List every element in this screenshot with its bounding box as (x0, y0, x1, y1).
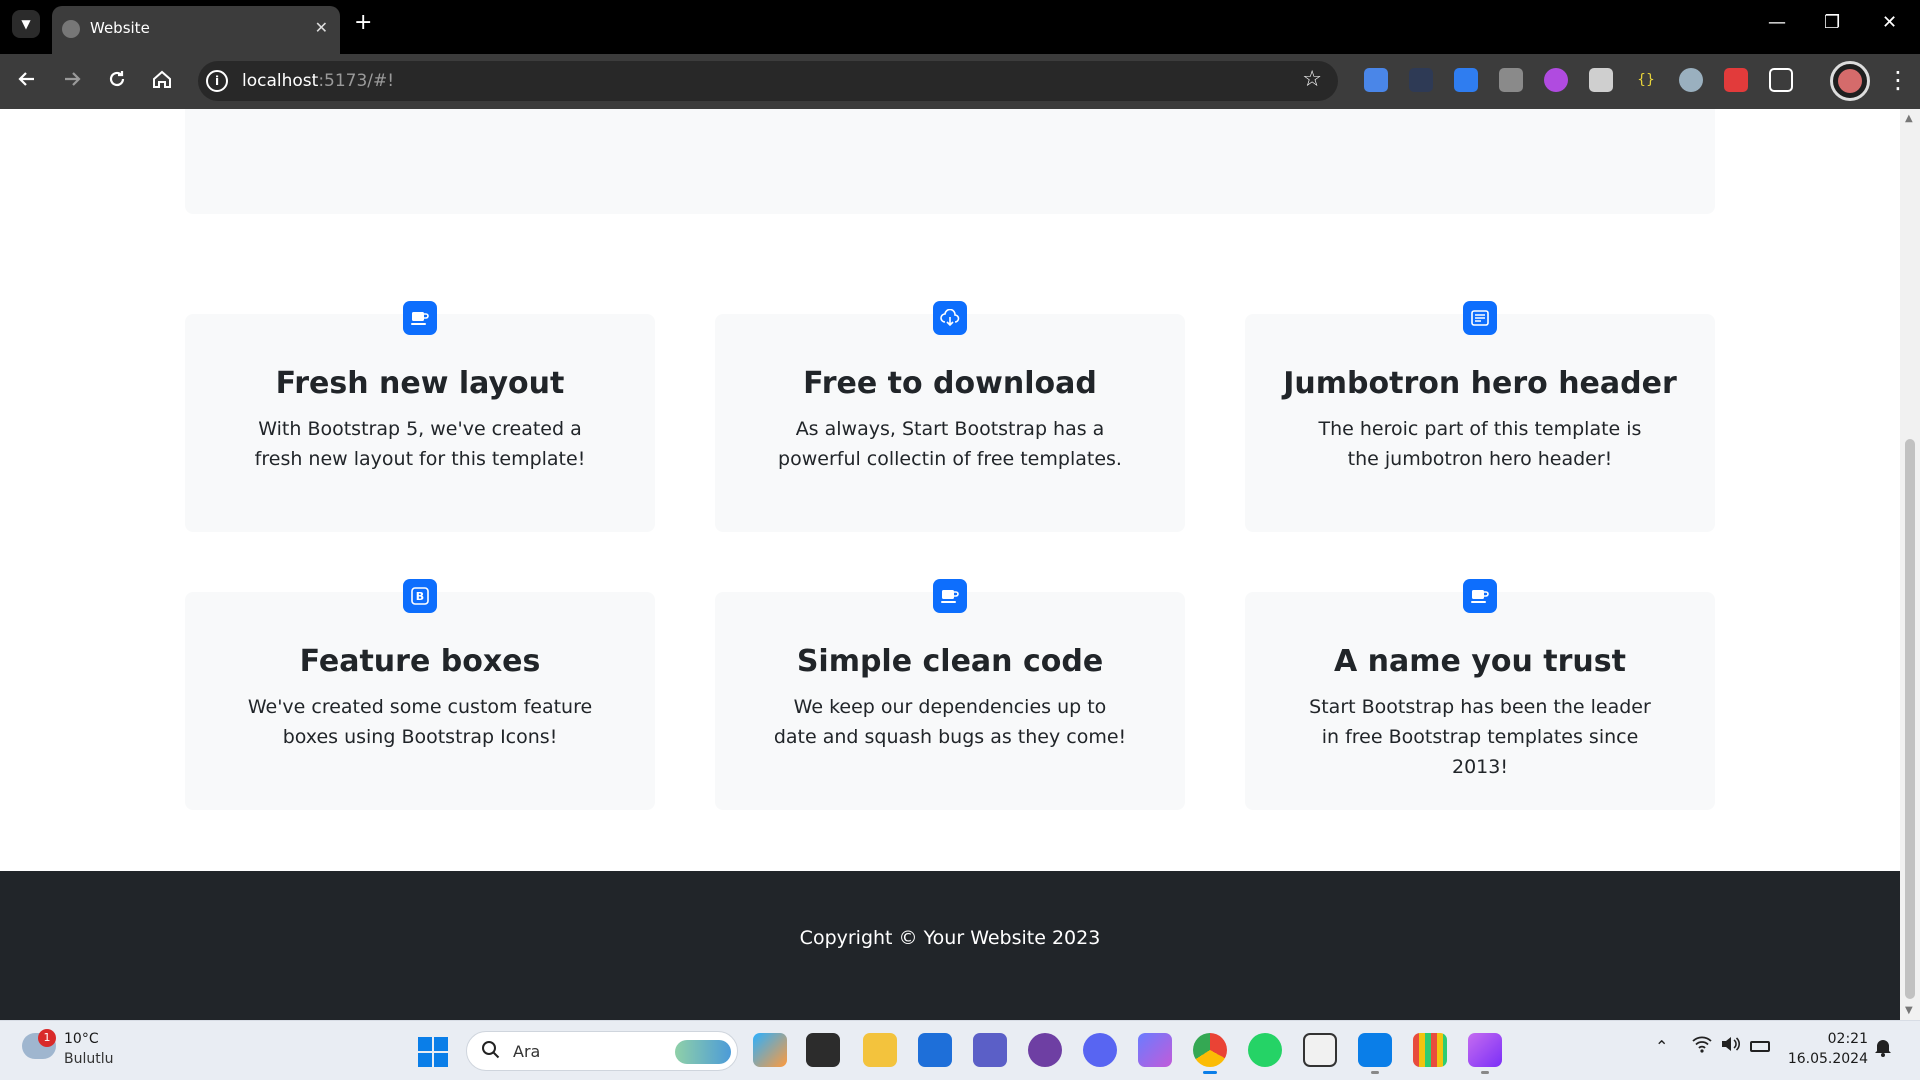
page-scrollbar[interactable]: ▲ ▼ (1900, 109, 1920, 1020)
cup-icon (403, 301, 437, 335)
tray-overflow-chevron-icon[interactable]: ⌃ (1655, 1037, 1668, 1056)
search-placeholder: Ara (513, 1042, 541, 1061)
feature-card: Free to download As always, Start Bootst… (715, 301, 1185, 532)
feature-text: As always, Start Bootstrap has a powerfu… (778, 418, 1122, 470)
pen-icon[interactable] (1409, 68, 1433, 92)
tab-close-button[interactable]: ✕ (315, 18, 328, 37)
tab-search-button[interactable]: ▼ (12, 10, 40, 38)
scroll-thumb[interactable] (1905, 439, 1915, 999)
weather-description[interactable]: Bulutlu (64, 1051, 114, 1067)
restore-button[interactable]: ❐ (1824, 12, 1840, 33)
puzzle-person-icon[interactable] (1499, 68, 1523, 92)
weather-temperature[interactable]: 10°C (64, 1031, 99, 1047)
minimize-button[interactable]: — (1768, 12, 1786, 33)
search-icon (481, 1040, 501, 1065)
forward-button[interactable] (59, 68, 85, 96)
typora-icon[interactable] (1303, 1033, 1337, 1067)
site-info-icon[interactable]: i (206, 70, 228, 92)
browser-tab-bar: ▼ Website ✕ + — ❐ ✕ (0, 0, 1920, 54)
feature-card: Simple clean code We keep our dependenci… (715, 579, 1185, 810)
feature-title: Jumbotron hero header (1283, 366, 1677, 401)
new-tab-button[interactable]: + (354, 12, 372, 34)
file-explorer-icon[interactable] (863, 1033, 897, 1067)
browser-menu-icon[interactable]: ⋮ (1886, 66, 1910, 94)
arrow-left-icon (18, 72, 34, 86)
teams-icon[interactable] (973, 1033, 1007, 1067)
copilot-icon[interactable] (753, 1033, 787, 1067)
windows-start-icon[interactable] (418, 1037, 448, 1067)
cloud-download-icon (933, 301, 967, 335)
browser-toolbar: i localhost:5173/#! ☆ {} ⋮ (0, 54, 1920, 109)
scroll-up-arrow-icon[interactable]: ▲ (1905, 113, 1913, 124)
terminal-icon[interactable] (806, 1033, 840, 1067)
feature-title: Feature boxes (299, 644, 541, 679)
code-icon (933, 579, 967, 613)
vscode-icon[interactable] (1358, 1033, 1392, 1074)
home-button[interactable] (149, 68, 175, 96)
feature-card: B Feature boxes We've created some custo… (185, 579, 655, 810)
feature-title: A name you trust (1334, 644, 1626, 679)
feature-card: A name you trust Start Bootstrap has bee… (1245, 579, 1715, 810)
feature-card: Jumbotron hero header The heroic part of… (1245, 301, 1715, 532)
feature-text: We keep our dependencies up to date and … (773, 696, 1127, 748)
github-icon[interactable] (1028, 1033, 1062, 1067)
bootstrap-icon: B (403, 579, 437, 613)
feature-title: Simple clean code (796, 644, 1104, 679)
document-icon[interactable] (1454, 68, 1478, 92)
feature-text: We've created some custom feature boxes … (247, 696, 593, 748)
home-icon (153, 70, 171, 88)
feature-title: Fresh new layout (275, 366, 565, 401)
clock-time[interactable]: 02:21 (1796, 1031, 1868, 1047)
volume-icon[interactable] (1720, 1035, 1741, 1058)
url-text[interactable]: localhost:5173/#! (242, 71, 394, 91)
chrome-icon[interactable] (1193, 1033, 1227, 1074)
windows-taskbar: 1 10°C Bulutlu Ara ⌃ 02:21 16.05.2024 (0, 1020, 1920, 1080)
feature-title: Free to download (803, 366, 1097, 401)
extensions-icon[interactable] (1769, 68, 1793, 92)
svg-text:B: B (416, 590, 424, 603)
site-footer: Copyright © Your Website 2023 (0, 871, 1900, 1020)
weather-notification-badge: 1 (38, 1029, 56, 1047)
brain-icon[interactable] (1544, 68, 1568, 92)
page-viewport: Fresh new layout With Bootstrap 5, we've… (0, 109, 1900, 1020)
battery-icon[interactable] (1750, 1041, 1770, 1052)
wifi-icon[interactable] (1692, 1035, 1712, 1058)
bookmark-star-icon[interactable]: ☆ (1302, 67, 1322, 92)
clock-date[interactable]: 16.05.2024 (1786, 1051, 1868, 1067)
whatsapp-icon[interactable] (1248, 1033, 1282, 1067)
close-window-button[interactable]: ✕ (1882, 12, 1897, 33)
reload-button[interactable] (104, 68, 130, 96)
screen-recorder-icon[interactable] (1468, 1033, 1502, 1074)
feature-text: Start Bootstrap has been the leader in f… (1309, 696, 1651, 778)
feature-text: The heroic part of this template is the … (1318, 418, 1642, 470)
grid-app-icon[interactable] (1413, 1033, 1447, 1067)
reload-icon (109, 71, 125, 87)
back-button[interactable] (14, 68, 40, 96)
feature-text: With Bootstrap 5, we've created a fresh … (254, 418, 586, 470)
hero-header-bottom (185, 109, 1715, 214)
profile-avatar[interactable] (1830, 61, 1870, 101)
scroll-down-arrow-icon[interactable]: ▼ (1905, 1005, 1913, 1016)
notification-bell-icon[interactable] (1874, 1037, 1892, 1062)
discord-icon[interactable] (1083, 1033, 1117, 1067)
search-highlight-image (675, 1040, 731, 1064)
glasses-icon[interactable] (1589, 68, 1613, 92)
tab-title: Website (90, 19, 150, 37)
arrow-right-icon (65, 72, 81, 86)
patch-check-icon (1463, 579, 1497, 613)
translate-icon[interactable] (1364, 68, 1388, 92)
address-bar[interactable]: i localhost:5173/#! ☆ (198, 61, 1338, 101)
cube-icon[interactable] (1724, 68, 1748, 92)
browser-tab[interactable]: Website ✕ (52, 6, 340, 54)
card-text-icon (1463, 301, 1497, 335)
globe-icon (62, 20, 80, 38)
braces-icon[interactable]: {} (1634, 68, 1658, 92)
copyright-text: Copyright © Your Website 2023 (799, 927, 1101, 949)
feature-card: Fresh new layout With Bootstrap 5, we've… (185, 301, 655, 532)
taskbar-search-box[interactable]: Ara (466, 1031, 738, 1071)
spy-icon[interactable] (1679, 68, 1703, 92)
store-icon[interactable] (918, 1033, 952, 1067)
copilot-app-icon[interactable] (1138, 1033, 1172, 1067)
